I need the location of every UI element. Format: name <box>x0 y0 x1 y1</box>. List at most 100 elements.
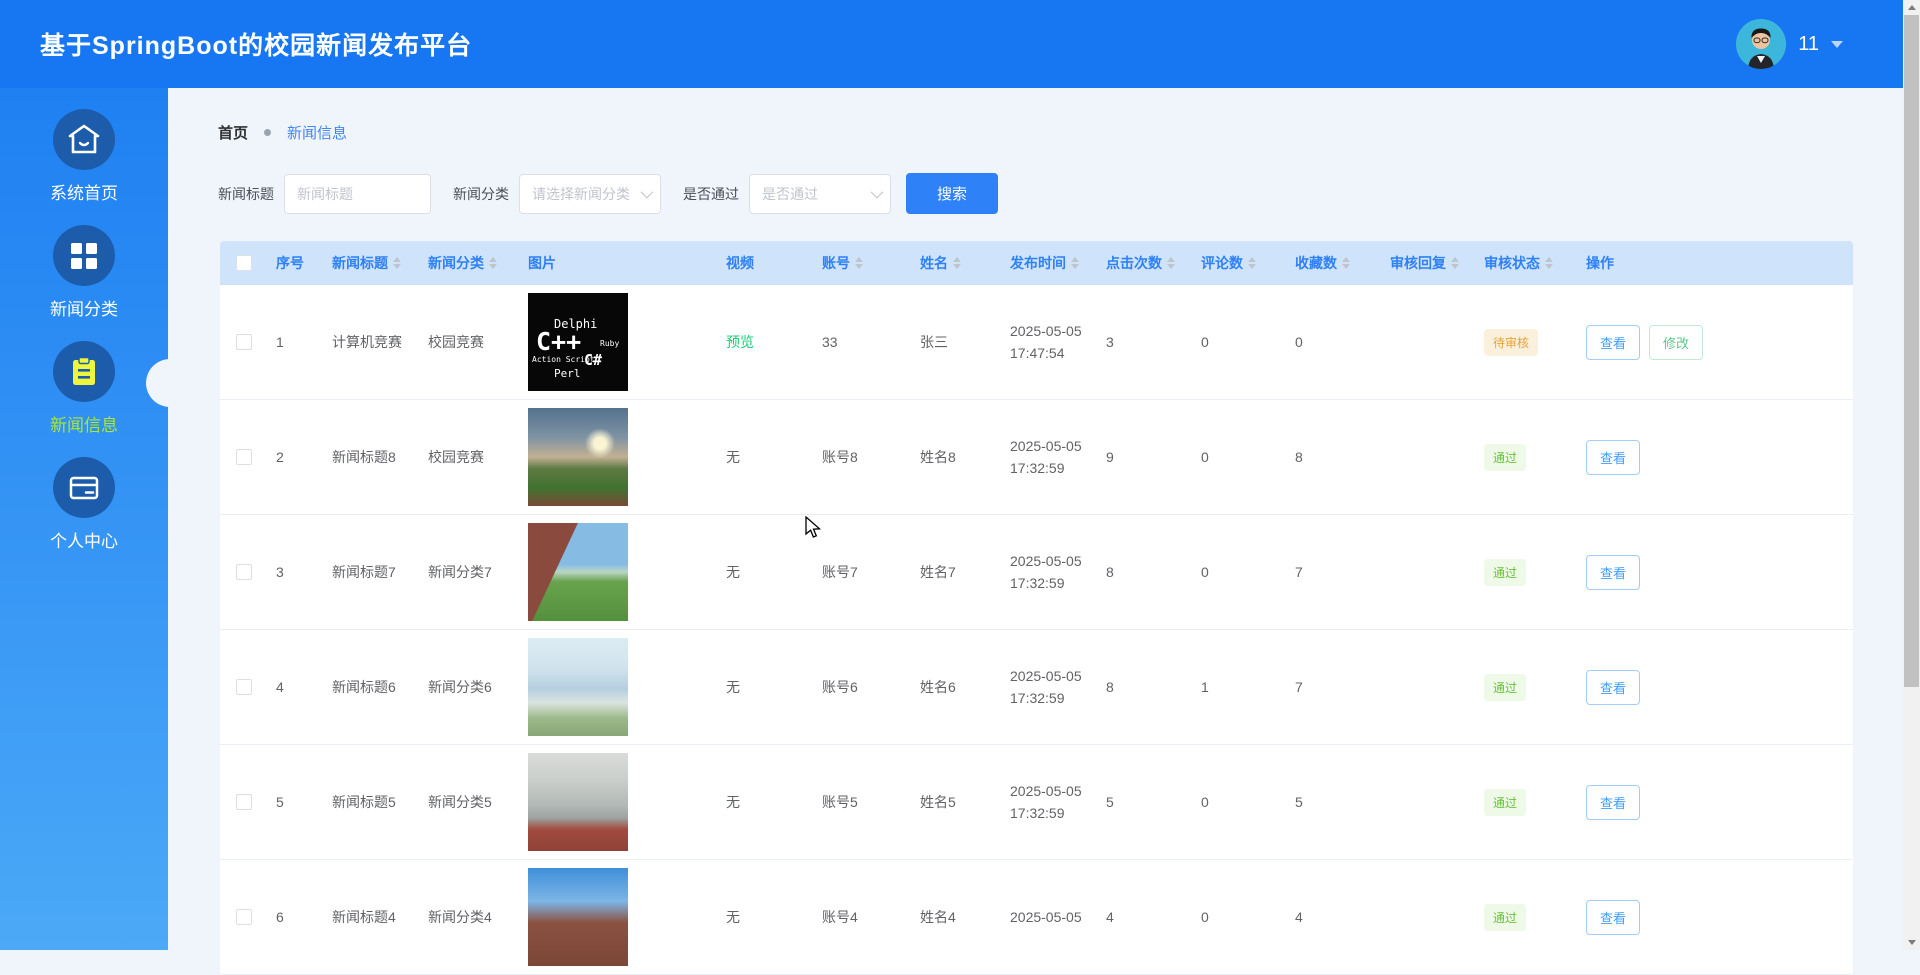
video-cell: 无 <box>716 792 812 812</box>
breadcrumb-current-link[interactable]: 新闻信息 <box>287 122 347 143</box>
sort-caret-icon[interactable] <box>393 257 401 269</box>
video-cell: 无 <box>716 907 812 927</box>
select-all-checkbox[interactable] <box>236 255 252 271</box>
account: 账号4 <box>822 909 858 925</box>
view-button[interactable]: 查看 <box>1586 669 1641 705</box>
edit-button[interactable]: 修改 <box>1649 324 1704 360</box>
view-button[interactable]: 查看 <box>1586 324 1641 360</box>
column-header-label: 账号 <box>822 255 850 271</box>
page-scrollbar[interactable] <box>1903 0 1920 950</box>
pass-filter-select[interactable]: 是否通过 <box>749 173 891 214</box>
header-cell[interactable]: 新闻标题 <box>322 253 418 273</box>
row-checkbox[interactable] <box>236 564 252 580</box>
news-thumbnail[interactable] <box>528 638 628 736</box>
header-cell[interactable]: 发布时间 <box>1000 253 1096 273</box>
status-badge: 通过 <box>1484 443 1527 471</box>
scrollbar-down-arrow-icon[interactable] <box>1903 935 1920 950</box>
news-category: 新闻分类4 <box>428 909 492 925</box>
sidebar: 系统首页新闻分类 新闻信息 个人中心 <box>0 88 168 950</box>
comment-count: 0 <box>1201 909 1209 925</box>
row-index: 5 <box>276 794 284 810</box>
news-thumbnail[interactable]: Delphi C++ C# Action Script Perl Ruby <box>528 293 628 391</box>
publish-datetime: 2025-05-05 17:32:59 <box>1010 438 1082 476</box>
sidebar-item-profile[interactable]: 个人中心 <box>0 436 168 552</box>
view-button[interactable]: 查看 <box>1586 899 1641 935</box>
header-cell[interactable]: 点击次数 <box>1096 253 1191 273</box>
scrollbar-thumb[interactable] <box>1904 15 1919 687</box>
avatar[interactable] <box>1736 19 1787 69</box>
click-count: 9 <box>1106 449 1114 465</box>
news-thumbnail[interactable] <box>528 868 628 966</box>
category-filter-select[interactable]: 请选择新闻分类 <box>519 173 661 214</box>
sort-caret-icon[interactable] <box>1071 257 1079 269</box>
header-cell[interactable]: 姓名 <box>910 253 1000 273</box>
favorite-count: 0 <box>1295 334 1303 350</box>
click-count: 8 <box>1106 564 1114 580</box>
sidebar-item-home[interactable]: 系统首页 <box>0 88 168 204</box>
row-checkbox[interactable] <box>236 909 252 925</box>
sort-caret-icon[interactable] <box>1167 257 1175 269</box>
sort-caret-icon[interactable] <box>489 257 497 269</box>
news-category: 新闻分类5 <box>428 794 492 810</box>
scrollbar-up-arrow-icon[interactable] <box>1903 0 1920 15</box>
publish-datetime: 2025-05-05 17:32:59 <box>1010 553 1082 591</box>
image-cell <box>518 523 716 621</box>
row-checkbox[interactable] <box>236 334 252 350</box>
view-button[interactable]: 查看 <box>1586 554 1641 590</box>
news-title: 新闻标题5 <box>332 794 396 810</box>
user-menu[interactable]: 11 <box>1736 0 1843 88</box>
publish-datetime: 2025-05-05 17:32:59 <box>1010 783 1082 821</box>
image-cell <box>518 638 716 736</box>
sort-caret-icon[interactable] <box>953 257 961 269</box>
video-cell: 无 <box>716 447 812 467</box>
news-thumbnail[interactable] <box>528 408 628 506</box>
header-cell[interactable]: 审核状态 <box>1474 253 1576 273</box>
column-header-label: 新闻分类 <box>428 255 484 271</box>
sort-caret-icon[interactable] <box>1545 257 1553 269</box>
search-button[interactable]: 搜索 <box>906 173 998 214</box>
breadcrumb-home: 首页 <box>218 125 249 142</box>
row-index: 3 <box>276 564 284 580</box>
news-thumbnail[interactable] <box>528 753 628 851</box>
header-cell[interactable]: 评论数 <box>1191 253 1285 273</box>
sidebar-item-category[interactable]: 新闻分类 <box>0 204 168 320</box>
clipboard-icon <box>53 341 115 402</box>
row-checkbox[interactable] <box>236 449 252 465</box>
sidebar-item-news[interactable]: 新闻信息 <box>0 320 168 436</box>
sort-caret-icon[interactable] <box>855 257 863 269</box>
column-header-label: 发布时间 <box>1010 255 1066 271</box>
view-button[interactable]: 查看 <box>1586 439 1641 475</box>
table-row: 5 新闻标题5 新闻分类5 无 账号5 姓名5 2025-05-05 17:32:59 5 0 5 通… <box>220 745 1853 860</box>
comment-count: 0 <box>1201 449 1209 465</box>
news-thumbnail[interactable] <box>528 523 628 621</box>
row-checkbox[interactable] <box>236 679 252 695</box>
category-select-placeholder: 请选择新闻分类 <box>532 185 630 202</box>
header-cell[interactable]: 账号 <box>812 253 910 273</box>
click-count: 3 <box>1106 334 1114 350</box>
sort-caret-icon[interactable] <box>1248 257 1256 269</box>
comment-count: 0 <box>1201 564 1209 580</box>
header-cell[interactable]: 收藏数 <box>1285 253 1380 273</box>
author-name: 姓名6 <box>920 679 956 695</box>
sort-caret-icon[interactable] <box>1342 257 1350 269</box>
actions-cell: 查看 <box>1576 439 1839 475</box>
header-cell[interactable]: 审核回复 <box>1380 253 1474 273</box>
video-preview-link[interactable]: 预览 <box>726 334 754 350</box>
news-title: 新闻标题8 <box>332 449 396 465</box>
user-dropdown-caret-icon[interactable] <box>1831 40 1843 48</box>
publish-datetime: 2025-05-05 17:32:59 <box>1010 668 1082 706</box>
view-button[interactable]: 查看 <box>1586 784 1641 820</box>
sidebar-items: 系统首页新闻分类 新闻信息 个人中心 <box>0 88 168 552</box>
main-content: 首页 新闻信息 新闻标题 新闻分类 请选择新闻分类 是否通过 是否通过 搜索 序… <box>168 88 1903 975</box>
header-cell: 视频 <box>716 253 812 273</box>
image-cell <box>518 408 716 506</box>
sort-caret-icon[interactable] <box>1451 257 1459 269</box>
filter-bar: 新闻标题 新闻分类 请选择新闻分类 是否通过 是否通过 搜索 <box>218 173 1903 214</box>
header-cell[interactable]: 新闻分类 <box>418 253 518 273</box>
column-header-label: 点击次数 <box>1106 255 1162 271</box>
row-checkbox[interactable] <box>236 794 252 810</box>
chevron-down-icon <box>640 185 654 199</box>
sidebar-item-label: 系统首页 <box>50 184 118 203</box>
sidebar-item-label: 新闻分类 <box>50 300 118 319</box>
title-filter-input[interactable] <box>284 173 431 214</box>
